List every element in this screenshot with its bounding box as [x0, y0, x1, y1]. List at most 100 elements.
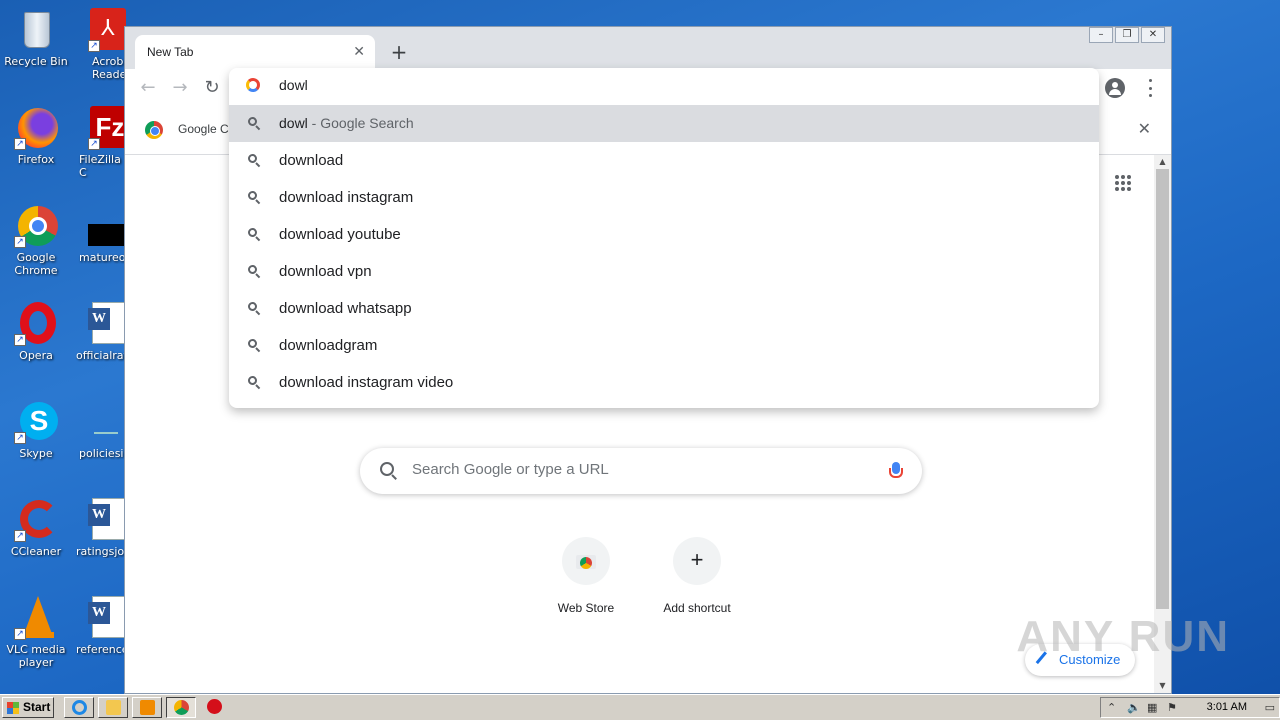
suggestion-text: download youtube: [279, 226, 401, 243]
taskbar-ie-button[interactable]: [64, 697, 94, 718]
desktop-icon-label: Opera: [19, 349, 53, 362]
microphone-icon[interactable]: [889, 462, 903, 478]
recycle-bin-icon: [14, 8, 58, 52]
scrollbar-thumb[interactable]: [1156, 169, 1169, 609]
desktop-icon-label: ratingsjoh: [76, 545, 130, 558]
suggestion-item[interactable]: download vpn: [229, 253, 1099, 290]
suggestion-text: dowl: [279, 115, 308, 131]
window-controls: – ❐ ✕: [1089, 27, 1165, 43]
shortcut-web-store[interactable]: Web Store: [530, 537, 642, 615]
system-tray: ⌃ 🔈 ▦ ⚑ 3:01 AM ▭: [1100, 697, 1280, 718]
show-desktop-icon[interactable]: ▭: [1265, 701, 1275, 714]
desktop-icon-label: reference: [76, 643, 129, 656]
tray-expand-icon[interactable]: ⌃: [1107, 701, 1116, 714]
desktop-icon-label: Skype: [19, 447, 53, 460]
desktop-icon-label: VLC media player: [6, 643, 66, 669]
suggestion-text: download instagram video: [279, 374, 454, 391]
suggestion-item[interactable]: downloadgram: [229, 327, 1099, 364]
opera-icon: ↗: [14, 302, 58, 346]
desktop-icon-filezilla[interactable]: Fz ↗ FileZilla C: [74, 106, 130, 179]
forward-button[interactable]: →: [169, 77, 191, 99]
tab-new-tab[interactable]: New Tab ✕: [135, 35, 375, 69]
desktop-icon-ratingsjoh[interactable]: W ratingsjoh: [74, 498, 130, 558]
shortcut-add[interactable]: + Add shortcut: [641, 537, 753, 615]
reload-button[interactable]: ↻: [201, 77, 223, 99]
suggestion-text: downloadgram: [279, 337, 378, 354]
minimize-button[interactable]: –: [1089, 27, 1113, 43]
search-icon: [248, 228, 257, 237]
desktop-icon-opera[interactable]: ↗ Opera: [0, 302, 74, 362]
taskbar-opera-button[interactable]: [200, 697, 230, 718]
close-tab-icon[interactable]: ✕: [353, 44, 365, 60]
scroll-down-icon[interactable]: ▼: [1154, 679, 1171, 693]
suggestion-item[interactable]: download whatsapp: [229, 290, 1099, 327]
suggestion-text: download vpn: [279, 263, 372, 280]
firefox-icon: ↗: [14, 106, 58, 150]
start-button[interactable]: Start: [2, 697, 54, 718]
suggestion-text: download instagram: [279, 189, 414, 206]
search-icon: [248, 339, 257, 348]
scroll-up-icon[interactable]: ▲: [1154, 155, 1171, 169]
volume-icon[interactable]: 🔈: [1127, 701, 1141, 714]
infobar-close-icon[interactable]: ✕: [1138, 119, 1151, 138]
desktop-icon-label: Recycle Bin: [4, 55, 68, 68]
search-icon: [248, 154, 257, 163]
suggestion-item[interactable]: download: [229, 142, 1099, 179]
desktop-icon-label: policiesin: [79, 447, 130, 460]
back-button[interactable]: ←: [137, 77, 159, 99]
tab-title: New Tab: [147, 45, 194, 59]
opera-icon: [207, 699, 222, 714]
menu-kebab-icon[interactable]: [1145, 79, 1155, 97]
taskbar-chrome-button[interactable]: [166, 697, 196, 718]
chrome-icon: [174, 700, 189, 715]
desktop-icon-vlc[interactable]: ↗ VLC media player: [0, 596, 74, 669]
search-box[interactable]: Search Google or type a URL: [360, 448, 922, 494]
clock: 3:01 AM: [1206, 701, 1247, 713]
desktop-icon-policiesin[interactable]: policiesin: [74, 400, 130, 460]
restore-button[interactable]: ❐: [1115, 27, 1139, 43]
infobar-text: Google Cl: [178, 122, 232, 136]
desktop-icon-firefox[interactable]: ↗ Firefox: [0, 106, 74, 166]
desktop-icon-chrome[interactable]: ↗ Google Chrome: [0, 204, 74, 277]
suggestion-item[interactable]: download youtube: [229, 216, 1099, 253]
shortcut-label: Add shortcut: [663, 601, 731, 615]
network-icon[interactable]: ▦: [1147, 701, 1157, 714]
desktop-icon-label: CCleaner: [10, 545, 62, 558]
taskbar-explorer-button[interactable]: [98, 697, 128, 718]
media-player-icon: [140, 700, 155, 715]
desktop-icon-officialrat[interactable]: W officialrat: [74, 302, 130, 362]
internet-explorer-icon: [72, 700, 87, 715]
windows-logo-icon: [7, 702, 19, 714]
address-bar[interactable]: dowl: [229, 68, 1099, 104]
desktop-icon-matureof[interactable]: matureof: [74, 204, 130, 264]
taskbar-media-player-button[interactable]: [132, 697, 162, 718]
desktop-icon-label: Acrobat Reader: [92, 55, 130, 81]
search-icon: [248, 191, 257, 200]
apps-grid-icon[interactable]: [1115, 175, 1131, 191]
suggestion-item[interactable]: download instagram: [229, 179, 1099, 216]
desktop-icon-reference[interactable]: W reference: [74, 596, 130, 656]
desktop-icon-ccleaner[interactable]: ↗ CCleaner: [0, 498, 74, 558]
desktop-icon-acrobat[interactable]: ⅄ ↗ Acrobat Reader: [74, 8, 130, 81]
search-icon: [248, 302, 257, 311]
close-window-button[interactable]: ✕: [1141, 27, 1165, 43]
web-store-icon: [576, 551, 596, 569]
suggestion-item[interactable]: dowl - Google Search: [229, 105, 1099, 142]
search-icon: [248, 265, 257, 274]
taskbar: Start ⌃ 🔈 ▦ ⚑ 3:01 AM ▭: [0, 694, 1280, 720]
add-shortcut-icon: +: [673, 537, 721, 585]
new-tab-button[interactable]: +: [387, 40, 411, 64]
suggestion-item[interactable]: download instagram video: [229, 364, 1099, 401]
profile-icon[interactable]: [1105, 78, 1125, 98]
address-bar-text: dowl: [279, 77, 308, 93]
desktop-icon-recycle-bin[interactable]: Recycle Bin: [0, 8, 74, 68]
desktop-icon-label: officialrat: [76, 349, 128, 362]
omnibox-dropdown: dowl dowl - Google Search download downl…: [229, 68, 1099, 408]
folder-icon: [106, 700, 121, 715]
desktop-icon-skype[interactable]: S ↗ Skype: [0, 400, 74, 460]
google-icon: [246, 78, 260, 92]
desktop-icon-label: Google Chrome: [14, 251, 58, 277]
action-center-flag-icon[interactable]: ⚑: [1167, 701, 1177, 714]
ccleaner-icon: ↗: [14, 498, 58, 542]
shortcut-label: Web Store: [557, 601, 615, 615]
